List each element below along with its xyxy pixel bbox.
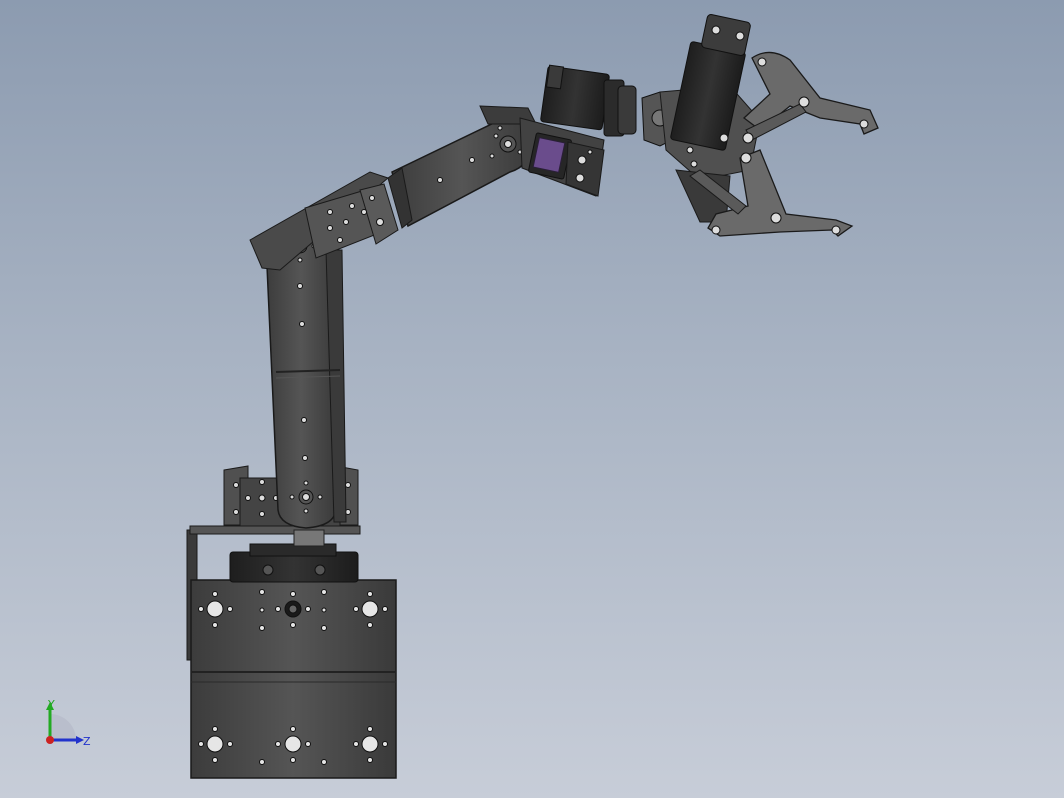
- wrist-rotate-coupler: [617, 85, 637, 135]
- triad-y-label: Y: [47, 698, 55, 711]
- triad-plane: [50, 714, 76, 740]
- robot-arm-model[interactable]: [0, 0, 1064, 798]
- shoulder-coupler: [293, 529, 325, 547]
- wrist-side-plate: [565, 141, 605, 197]
- triad-origin: [46, 736, 54, 744]
- wrist-rotate-servo-tab: [545, 64, 565, 90]
- elbow-bracket[interactable]: [249, 171, 399, 271]
- upper-arm-link: [391, 119, 533, 228]
- gripper-assembly[interactable]: [659, 14, 879, 237]
- triad-z-label: Z: [83, 735, 91, 748]
- orientation-triad[interactable]: Y Z: [36, 698, 106, 768]
- wrist-servo-label: [532, 137, 566, 173]
- gripper-servo-screw: [711, 25, 721, 35]
- gripper-servo-screw: [735, 31, 745, 41]
- upper-arm[interactable]: [387, 105, 537, 229]
- base-servo-screw: [314, 564, 326, 576]
- base-assembly[interactable]: [186, 525, 397, 779]
- base-top-flange: [189, 525, 361, 535]
- cad-viewport[interactable]: Y Z: [0, 0, 1064, 798]
- base-servo-screw: [262, 564, 274, 576]
- wrist-bracket[interactable]: [519, 117, 605, 197]
